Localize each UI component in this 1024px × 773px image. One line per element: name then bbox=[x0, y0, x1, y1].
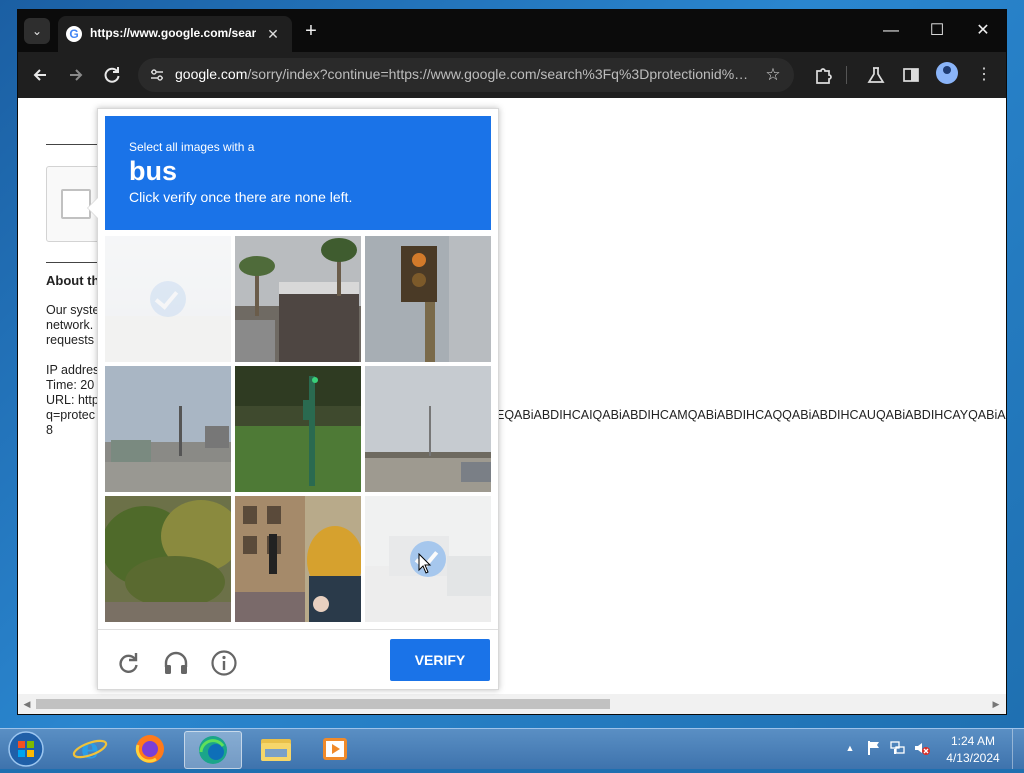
url-continuation: EQABiABDIHCAIQABiABDIHCAMQABiABDIHCAQQAB… bbox=[496, 408, 1006, 422]
clock-date[interactable]: 4/13/2024 bbox=[944, 751, 1002, 765]
media-player-icon[interactable] bbox=[308, 731, 364, 767]
taskbar: e ▲ 1:24 AM 4/13/2024 bbox=[0, 728, 1024, 769]
scroll-right-arrow[interactable]: ▶ bbox=[990, 697, 1002, 711]
paragraph-line: network. bbox=[46, 318, 94, 332]
edge-icon[interactable] bbox=[184, 731, 242, 769]
minimize-button[interactable]: — bbox=[868, 18, 914, 44]
browser-tab[interactable]: G https://www.google.com/search?q=protec… bbox=[58, 16, 292, 52]
url-line: 8 bbox=[46, 423, 53, 437]
selected-check-icon bbox=[150, 281, 186, 317]
google-favicon-icon: G bbox=[66, 26, 82, 42]
verify-button[interactable]: VERIFY bbox=[390, 639, 490, 681]
url-line: URL: http bbox=[46, 393, 99, 407]
challenge-header: Select all images with a bus Click verif… bbox=[105, 116, 491, 230]
ip-address-line: IP addres bbox=[46, 363, 100, 377]
captcha-tile[interactable] bbox=[365, 366, 491, 492]
prompt-line: Select all images with a bbox=[129, 140, 255, 154]
bookmark-star-icon[interactable]: ☆ bbox=[762, 64, 784, 86]
profile-icon[interactable] bbox=[936, 62, 958, 84]
arrow-right-icon bbox=[70, 69, 83, 81]
show-hidden-icons-icon[interactable]: ▲ bbox=[844, 741, 856, 755]
start-button[interactable] bbox=[4, 730, 48, 768]
url-line: q=protec bbox=[46, 408, 95, 422]
time-line: Time: 20 bbox=[46, 378, 95, 392]
target-object: bus bbox=[129, 156, 178, 186]
url-path: /sorry/index?continue=https://www.google… bbox=[247, 66, 749, 82]
paragraph-line: requests bbox=[46, 333, 94, 347]
captcha-tile[interactable] bbox=[235, 496, 361, 622]
browser-toolbar: google.com/sorry/index?continue=https://… bbox=[18, 52, 1006, 98]
scrollbar-thumb[interactable] bbox=[36, 699, 610, 709]
window-close-button[interactable]: ✕ bbox=[960, 18, 1006, 44]
show-desktop-button[interactable] bbox=[1012, 729, 1024, 769]
clock-time[interactable]: 1:24 AM bbox=[944, 734, 1002, 748]
chevron-down-icon: ⌄ bbox=[31, 24, 43, 38]
popup-pointer-fill bbox=[88, 198, 98, 218]
captcha-tile[interactable] bbox=[105, 496, 231, 622]
info-icon[interactable] bbox=[210, 649, 238, 677]
prompt-instruction: Click verify once there are none left. bbox=[129, 189, 353, 205]
internet-explorer-icon[interactable]: e bbox=[62, 731, 118, 767]
arrow-left-icon bbox=[33, 69, 46, 81]
captcha-tile[interactable] bbox=[365, 236, 491, 362]
captcha-tile[interactable] bbox=[235, 366, 361, 492]
tab-title: https://www.google.com/search?q=protecti… bbox=[90, 26, 256, 40]
file-explorer-icon[interactable] bbox=[248, 731, 304, 767]
about-heading: About th bbox=[46, 273, 100, 288]
captcha-tile[interactable] bbox=[105, 236, 231, 362]
tab-close-icon[interactable]: ✕ bbox=[264, 25, 282, 43]
extensions-puzzle-icon[interactable] bbox=[810, 62, 836, 88]
tab-list-button[interactable]: ⌄ bbox=[24, 18, 50, 44]
svg-text:e: e bbox=[81, 732, 99, 765]
firefox-icon[interactable] bbox=[122, 731, 178, 767]
captcha-tile[interactable] bbox=[105, 366, 231, 492]
url-host: google.com bbox=[175, 66, 248, 82]
toolbar-divider bbox=[846, 66, 847, 84]
captcha-tile[interactable] bbox=[235, 236, 361, 362]
action-center-flag-icon[interactable] bbox=[866, 740, 882, 756]
reload-icon bbox=[104, 67, 120, 83]
forward-button[interactable] bbox=[63, 62, 89, 88]
mouse-cursor-icon bbox=[418, 553, 432, 574]
back-button[interactable] bbox=[27, 62, 53, 88]
volume-muted-icon[interactable] bbox=[914, 740, 930, 756]
kebab-menu-icon[interactable]: ⋮ bbox=[971, 62, 997, 88]
recaptcha-challenge: Select all images with a bus Click verif… bbox=[87, 108, 499, 690]
labs-flask-icon[interactable] bbox=[863, 62, 889, 88]
reload-challenge-icon[interactable] bbox=[114, 649, 142, 677]
side-panel-icon[interactable] bbox=[898, 62, 924, 88]
scroll-left-arrow[interactable]: ◀ bbox=[21, 697, 33, 711]
paragraph-line: Our syste bbox=[46, 303, 100, 317]
maximize-button[interactable]: ☐ bbox=[914, 18, 960, 44]
url-text[interactable]: google.com/sorry/index?continue=https://… bbox=[175, 66, 755, 84]
reload-button[interactable] bbox=[99, 62, 125, 88]
network-icon[interactable] bbox=[890, 740, 906, 756]
address-bar[interactable]: google.com/sorry/index?continue=https://… bbox=[138, 58, 794, 92]
tune-icon[interactable] bbox=[148, 66, 166, 84]
horizontal-scrollbar[interactable]: ◀ ▶ bbox=[18, 694, 1006, 714]
audio-challenge-headphones-icon[interactable] bbox=[162, 649, 190, 677]
title-bar: ⌄ G https://www.google.com/search?q=prot… bbox=[18, 10, 1006, 52]
footer-divider bbox=[98, 629, 498, 630]
new-tab-button[interactable]: + bbox=[300, 21, 322, 43]
